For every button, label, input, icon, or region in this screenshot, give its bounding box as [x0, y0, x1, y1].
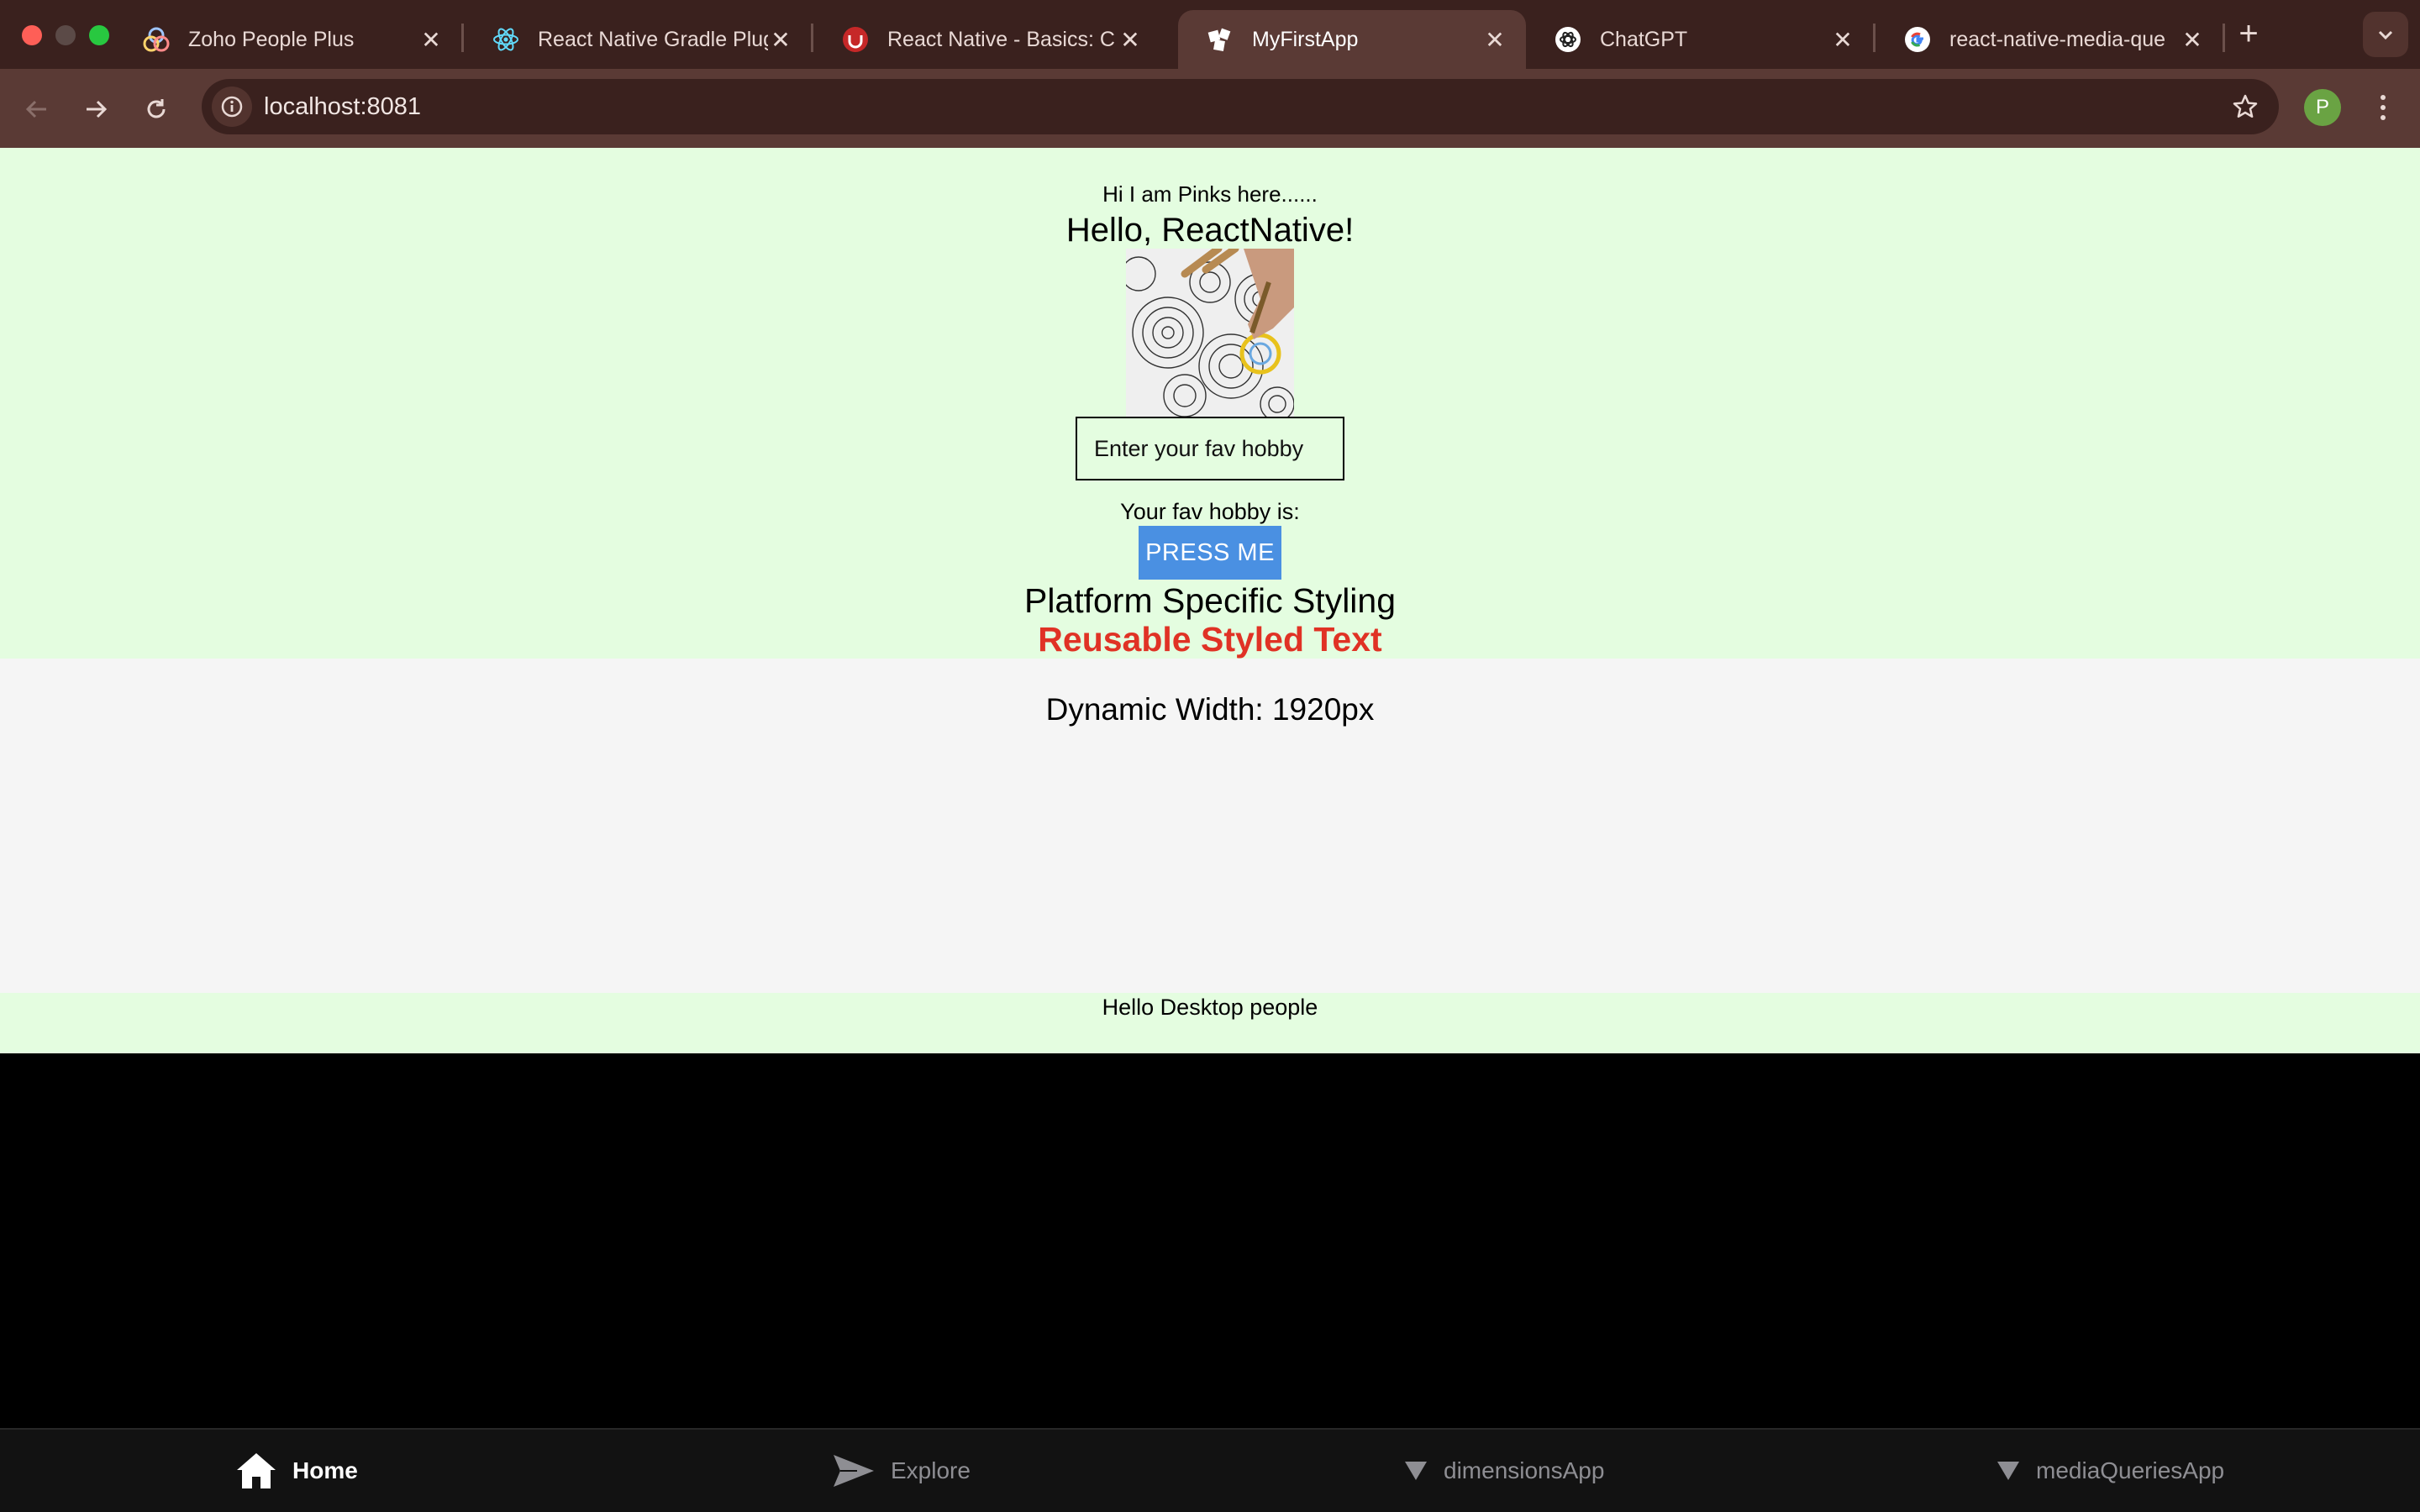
tab-title: react-native-media-que — [1949, 27, 2166, 51]
reusable-styled-text: Reusable Styled Text — [1038, 620, 1382, 659]
udemy-icon — [842, 26, 869, 53]
browser-tab-udemy[interactable]: React Native - Basics: C ✕ — [813, 10, 1161, 69]
chevron-down-icon — [2378, 30, 2393, 40]
tab-title: MyFirstApp — [1252, 27, 1359, 51]
home-icon — [237, 1453, 276, 1488]
media-query-section: Hello Desktop people — [0, 993, 2420, 1053]
press-me-button[interactable]: PRESS ME — [1139, 526, 1281, 580]
tab-close-icon[interactable]: ✕ — [2180, 26, 2205, 54]
browser-tab-myfirstapp[interactable]: MyFirstApp ✕ — [1178, 10, 1526, 69]
tab-close-icon[interactable]: ✕ — [1830, 26, 1855, 54]
platform-styling-text: Platform Specific Styling — [1023, 581, 1397, 620]
browser-tab-chatgpt[interactable]: ChatGPT ✕ — [1526, 10, 1876, 69]
bottom-tab-label: Home — [292, 1457, 358, 1483]
address-bar[interactable]: localhost:8081 — [202, 79, 2279, 134]
page-title: Hello, ReactNative! — [1065, 212, 1355, 249]
app-main-section: Hi I am Pinks here...... Hello, ReactNat… — [0, 148, 2420, 659]
tab-close-icon[interactable]: ✕ — [1118, 26, 1143, 54]
expo-icon — [1207, 26, 1234, 53]
tab-close-icon[interactable]: ✕ — [768, 26, 793, 54]
arrow-right-icon — [87, 100, 108, 118]
triangle-down-icon — [1997, 1462, 2019, 1480]
tab-title: Zoho People Plus — [188, 27, 355, 51]
chatgpt-icon — [1555, 26, 1581, 53]
browser-tab-gradle[interactable]: React Native Gradle Plug ✕ — [464, 10, 813, 69]
new-tab-button[interactable]: + — [2228, 13, 2269, 54]
triangle-down-icon — [1405, 1462, 1427, 1480]
google-icon — [1904, 26, 1931, 53]
bottom-tab-label: mediaQueriesApp — [2036, 1457, 2225, 1483]
tab-title: ChatGPT — [1600, 27, 1688, 51]
react-icon — [492, 26, 519, 53]
tab-title: React Native Gradle Plug — [538, 27, 768, 51]
zoho-icon — [143, 26, 170, 53]
browser-tab-zoho[interactable]: Zoho People Plus ✕ — [114, 10, 464, 69]
dimensions-section: Dynamic Width: 1920px — [0, 659, 2420, 993]
tab-close-icon[interactable]: ✕ — [1482, 26, 1507, 54]
profile-avatar[interactable]: P — [2304, 89, 2341, 126]
bottom-tab-explore[interactable]: Explore — [832, 1430, 971, 1512]
arrow-left-icon — [25, 100, 46, 118]
bottom-tab-home[interactable]: Home — [235, 1430, 358, 1512]
browser-tab-google[interactable]: react-native-media-que ✕ — [1876, 10, 2225, 69]
tab-close-icon[interactable]: ✕ — [418, 26, 444, 54]
empty-area — [0, 1053, 2420, 1428]
tab-search-button[interactable] — [2363, 12, 2408, 57]
url-text[interactable]: localhost:8081 — [264, 79, 421, 134]
intro-text: Hi I am Pinks here...... — [1102, 181, 1318, 207]
reload-button[interactable] — [138, 91, 175, 128]
tab-separator — [2223, 24, 2225, 52]
browser-toolbar: localhost:8081 P — [0, 69, 2420, 148]
bookmark-star-icon[interactable] — [2228, 90, 2262, 123]
reload-icon — [147, 99, 166, 118]
tab-title: React Native - Basics: C — [887, 27, 1115, 51]
bottom-tab-bar: Home Explore dimensionsApp mediaQueriesA… — [0, 1428, 2420, 1512]
site-info-icon[interactable] — [212, 87, 252, 127]
desktop-text: Hello Desktop people — [1102, 995, 1318, 1020]
back-button[interactable] — [18, 91, 55, 128]
browser-tab-bar: Zoho People Plus ✕ React Native Gradle P… — [0, 0, 2420, 69]
bottom-tab-label: dimensionsApp — [1444, 1457, 1605, 1483]
dynamic-width-text: Dynamic Width: 1920px — [1045, 692, 1375, 727]
browser-menu-icon[interactable] — [2366, 89, 2400, 126]
hobby-input[interactable] — [1076, 417, 1344, 480]
window-close-button[interactable] — [22, 25, 42, 45]
bottom-tab-mediaqueriesapp[interactable]: mediaQueriesApp — [1996, 1430, 2224, 1512]
window-zoom-button[interactable] — [89, 25, 109, 45]
fav-hobby-label: Your fav hobby is: — [1120, 499, 1300, 524]
forward-button[interactable] — [77, 91, 114, 128]
bottom-tab-label: Explore — [891, 1457, 971, 1483]
hobby-image — [1126, 249, 1294, 417]
bottom-tab-dimensionsapp[interactable]: dimensionsApp — [1403, 1430, 1604, 1512]
window-minimize-button[interactable] — [55, 25, 76, 45]
send-icon — [834, 1455, 874, 1487]
